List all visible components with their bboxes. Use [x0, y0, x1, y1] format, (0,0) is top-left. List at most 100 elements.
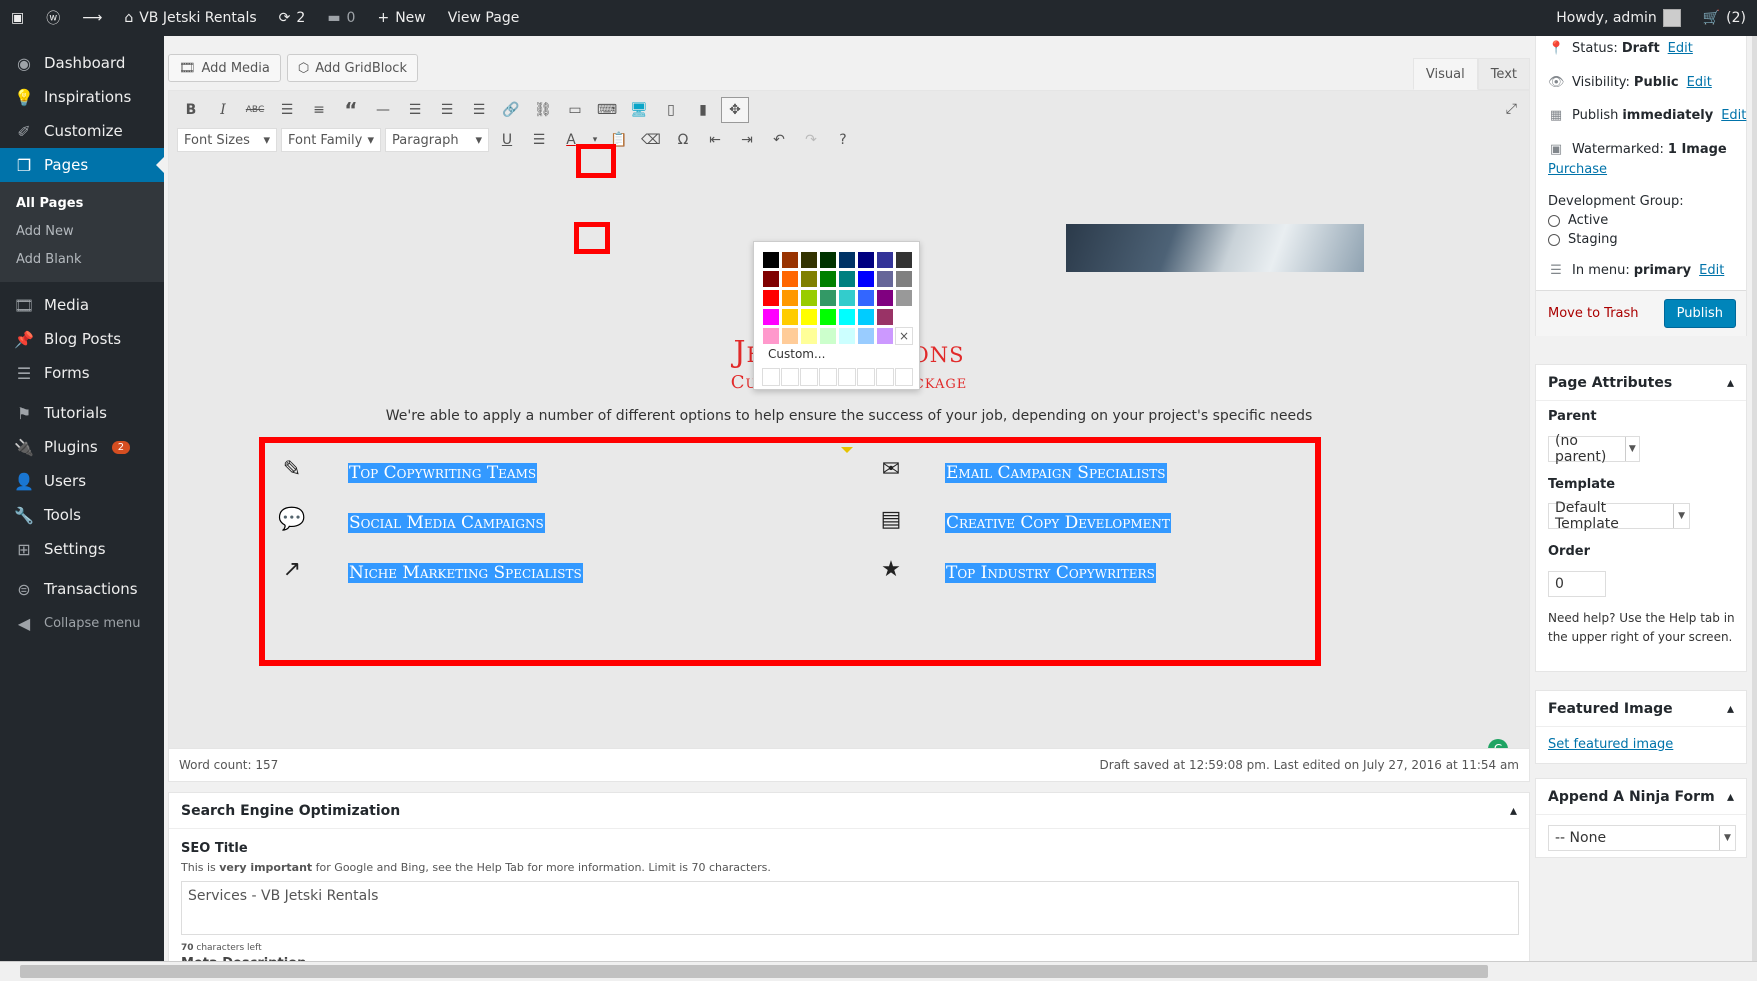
- custom-color-button[interactable]: Custom...: [768, 347, 825, 361]
- color-swatch[interactable]: [762, 270, 780, 288]
- color-swatch[interactable]: [857, 270, 875, 288]
- color-swatch[interactable]: [819, 289, 837, 307]
- my-account-link[interactable]: Howdy, admin: [1545, 0, 1691, 36]
- site-name-link[interactable]: ⌂ VB Jetski Rentals: [113, 0, 267, 36]
- sidebar-item-plugins[interactable]: 🔌 Plugins 2: [0, 430, 164, 464]
- page-attributes-header[interactable]: Page Attributes ▴: [1536, 365, 1746, 401]
- fullscreen-icon[interactable]: ⤢: [1506, 101, 1517, 117]
- font-sizes-select[interactable]: Font Sizes ▾: [177, 128, 277, 152]
- color-swatch[interactable]: [800, 251, 818, 269]
- color-swatch[interactable]: [876, 327, 894, 345]
- edit-publish-time-link[interactable]: Edit: [1721, 108, 1746, 123]
- move-to-trash-link[interactable]: Move to Trash: [1548, 306, 1639, 321]
- color-swatch[interactable]: [895, 270, 913, 288]
- cart-link[interactable]: 🛒 (2): [1692, 0, 1757, 36]
- strikethrough-icon[interactable]: ABC: [241, 97, 269, 123]
- align-right-icon[interactable]: ☰: [465, 97, 493, 123]
- keyboard-icon[interactable]: ⌨: [593, 97, 621, 123]
- undo-icon[interactable]: ↶: [765, 127, 793, 153]
- underline-icon[interactable]: U: [493, 127, 521, 153]
- color-swatch[interactable]: [781, 251, 799, 269]
- link-icon[interactable]: 🔗: [497, 97, 525, 123]
- sidebar-item-media[interactable]: 🎞 Media: [0, 288, 164, 322]
- blockquote-icon[interactable]: “: [337, 97, 365, 123]
- tablet-preview-icon[interactable]: ▯: [657, 97, 685, 123]
- radio-staging[interactable]: [1548, 233, 1560, 246]
- color-swatch[interactable]: [857, 308, 875, 326]
- color-swatch[interactable]: [819, 308, 837, 326]
- color-swatch[interactable]: [876, 289, 894, 307]
- ninja-form-header[interactable]: Append A Ninja Form ▴: [1536, 779, 1746, 815]
- edit-status-link[interactable]: Edit: [1668, 41, 1693, 56]
- custom-color-slot[interactable]: [762, 368, 780, 386]
- color-swatch[interactable]: [762, 251, 780, 269]
- color-swatch[interactable]: [895, 251, 913, 269]
- sidebar-item-users[interactable]: 👤 Users: [0, 464, 164, 498]
- tab-text[interactable]: Text: [1477, 58, 1530, 90]
- color-swatch[interactable]: [819, 270, 837, 288]
- custom-color-slot[interactable]: [838, 368, 856, 386]
- collapse-arrow-icon[interactable]: ▴: [1727, 789, 1734, 805]
- color-swatch[interactable]: [762, 289, 780, 307]
- justify-icon[interactable]: ☰: [525, 127, 553, 153]
- tab-visual[interactable]: Visual: [1412, 58, 1478, 90]
- align-left-icon[interactable]: ☰: [401, 97, 429, 123]
- seo-panel-header[interactable]: Search Engine Optimization ▴: [169, 793, 1529, 829]
- mobile-preview-icon[interactable]: ▮: [689, 97, 717, 123]
- color-swatch[interactable]: [800, 308, 818, 326]
- horizontal-scrollbar[interactable]: [0, 961, 1757, 981]
- featured-image-header[interactable]: Featured Image ▴: [1536, 691, 1746, 727]
- color-swatch[interactable]: [876, 251, 894, 269]
- color-swatch[interactable]: [800, 289, 818, 307]
- bullet-list-icon[interactable]: ☰: [273, 97, 301, 123]
- sidebar-item-tools[interactable]: 🔧 Tools: [0, 498, 164, 532]
- help-icon[interactable]: ?: [829, 127, 857, 153]
- sidebar-toggle-icon[interactable]: ▣: [0, 0, 35, 36]
- sidebar-item-transactions[interactable]: ⊜ Transactions: [0, 572, 164, 606]
- color-swatch[interactable]: [857, 327, 875, 345]
- desktop-preview-icon[interactable]: 🖥: [625, 97, 653, 123]
- dev-staging-option[interactable]: Staging: [1548, 232, 1618, 247]
- color-swatch[interactable]: [838, 270, 856, 288]
- font-family-select[interactable]: Font Family ▾: [281, 128, 381, 152]
- submenu-add-new[interactable]: Add New: [0, 218, 164, 246]
- sidebar-item-tutorials[interactable]: ⚑ Tutorials: [0, 396, 164, 430]
- italic-icon[interactable]: I: [209, 97, 237, 123]
- sidebar-item-blog-posts[interactable]: 📌 Blog Posts: [0, 322, 164, 356]
- color-swatch[interactable]: [895, 289, 913, 307]
- vertical-scrollbar[interactable]: [1752, 36, 1757, 961]
- align-center-icon[interactable]: ☰: [433, 97, 461, 123]
- color-swatch[interactable]: [781, 308, 799, 326]
- comments-link[interactable]: ▬ 0: [316, 0, 366, 36]
- color-swatch[interactable]: [781, 327, 799, 345]
- color-swatch[interactable]: [762, 327, 780, 345]
- unlink-icon[interactable]: ⛓: [529, 97, 557, 123]
- collapse-menu-button[interactable]: ◀ Collapse menu: [0, 606, 164, 640]
- color-swatch[interactable]: [762, 308, 780, 326]
- numbered-list-icon[interactable]: ≡: [305, 97, 333, 123]
- color-swatch[interactable]: [819, 327, 837, 345]
- add-media-button[interactable]: 🎞 Add Media: [168, 54, 281, 82]
- collapse-arrow-icon[interactable]: ▴: [1727, 375, 1734, 391]
- custom-color-slot[interactable]: [800, 368, 818, 386]
- special-character-icon[interactable]: Ω: [669, 127, 697, 153]
- sidebar-item-inspirations[interactable]: 💡 Inspirations: [0, 80, 164, 114]
- sidebar-item-customize[interactable]: ✐ Customize: [0, 114, 164, 148]
- edit-visibility-link[interactable]: Edit: [1687, 75, 1712, 90]
- publish-button[interactable]: Publish: [1663, 299, 1736, 328]
- jetski-image[interactable]: [1066, 224, 1364, 272]
- dev-active-option[interactable]: Active: [1548, 213, 1608, 228]
- color-swatch[interactable]: [781, 289, 799, 307]
- seo-title-input[interactable]: Services - VB Jetski Rentals: [181, 881, 1519, 935]
- color-swatch[interactable]: [781, 270, 799, 288]
- color-swatch[interactable]: [838, 251, 856, 269]
- color-swatch[interactable]: [838, 327, 856, 345]
- color-swatch[interactable]: [876, 270, 894, 288]
- sidebar-item-dashboard[interactable]: ◉ Dashboard: [0, 46, 164, 80]
- collapse-arrow-icon[interactable]: ▴: [1510, 803, 1517, 819]
- read-more-icon[interactable]: ▭: [561, 97, 589, 123]
- color-swatch[interactable]: [838, 289, 856, 307]
- submenu-add-blank[interactable]: Add Blank: [0, 246, 164, 274]
- updates-link[interactable]: ⟳ 2: [268, 0, 317, 36]
- sidebar-item-settings[interactable]: ⊞ Settings: [0, 532, 164, 566]
